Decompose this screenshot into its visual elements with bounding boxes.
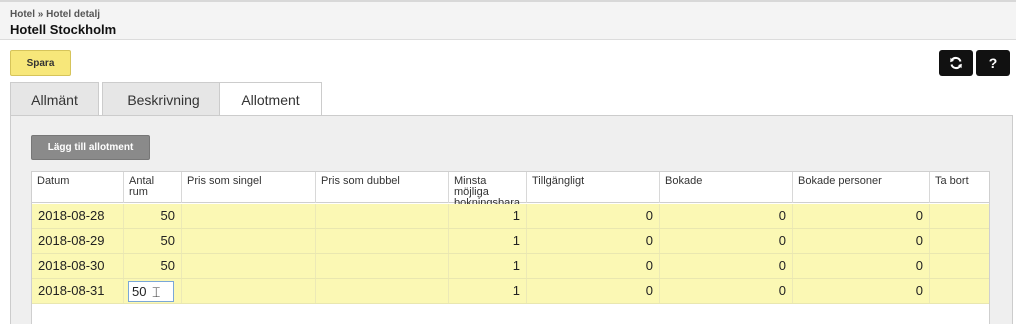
column-header-datum[interactable]: Datum [32, 172, 124, 203]
cell-date[interactable]: 2018-08-28 [32, 204, 124, 228]
cell-min-bookable[interactable]: 1 [449, 229, 527, 253]
hotel-detail-page: Hotel » Hotel detalj Hotell Stockholm Sp… [0, 0, 1016, 324]
cell-available: 0 [527, 279, 660, 303]
breadcrumb-root[interactable]: Hotel [10, 9, 35, 20]
column-header-pris-dubbel[interactable]: Pris som dubbel [316, 172, 449, 203]
save-button[interactable]: Spara [10, 50, 71, 76]
page-title: Hotell Stockholm [10, 22, 117, 37]
cell-booked-persons: 0 [793, 204, 930, 228]
cell-booked: 0 [660, 204, 793, 228]
cell-delete[interactable] [930, 279, 989, 303]
cell-date[interactable]: 2018-08-30 [32, 254, 124, 278]
table-row[interactable]: 2018-08-30 50 1 0 0 0 [32, 254, 989, 279]
cell-rooms[interactable]: 50 [124, 229, 182, 253]
add-allotment-button[interactable]: Lägg till allotment [31, 135, 150, 160]
cell-price-double[interactable] [316, 204, 449, 228]
cell-price-double[interactable] [316, 279, 449, 303]
cell-delete[interactable] [930, 229, 989, 253]
cell-booked: 0 [660, 229, 793, 253]
cell-available: 0 [527, 229, 660, 253]
cell-date[interactable]: 2018-08-29 [32, 229, 124, 253]
breadcrumb-current: Hotel detalj [46, 9, 101, 20]
column-header-bokade[interactable]: Bokade [660, 172, 793, 203]
allotment-table: Datum Antal rum Pris som singel Pris som… [31, 171, 990, 324]
cell-date[interactable]: 2018-08-31 [32, 279, 124, 303]
cell-min-bookable[interactable]: 1 [449, 254, 527, 278]
table-row[interactable]: 2018-08-28 50 1 0 0 0 [32, 204, 989, 229]
cell-booked-persons: 0 [793, 254, 930, 278]
column-header-bokade-personer[interactable]: Bokade personer [793, 172, 930, 203]
breadcrumb-separator: » [37, 9, 44, 20]
table-header: Datum Antal rum Pris som singel Pris som… [32, 172, 989, 209]
refresh-icon [950, 56, 962, 70]
cell-delete[interactable] [930, 204, 989, 228]
cell-booked: 0 [660, 279, 793, 303]
cell-delete[interactable] [930, 254, 989, 278]
column-header-tillgangligt[interactable]: Tillgängligt [527, 172, 660, 203]
text-cursor-icon: ⌶ [152, 284, 161, 300]
cell-rooms[interactable]: 50 [124, 204, 182, 228]
cell-min-bookable[interactable]: 1 [449, 204, 527, 228]
cell-price-double[interactable] [316, 254, 449, 278]
table-row[interactable]: 2018-08-29 50 1 0 0 0 [32, 229, 989, 254]
rooms-edit-input[interactable] [128, 281, 174, 302]
cell-price-single[interactable] [182, 254, 316, 278]
tab-beskrivning[interactable]: Beskrivning [102, 82, 225, 116]
column-header-ta-bort[interactable]: Ta bort [930, 172, 989, 203]
breadcrumb: Hotel » Hotel detalj [10, 9, 100, 20]
tab-allotment[interactable]: Allotment [219, 82, 322, 117]
cell-rooms[interactable]: 50 [124, 254, 182, 278]
cell-booked-persons: 0 [793, 229, 930, 253]
page-header: Hotel » Hotel detalj Hotell Stockholm [0, 0, 1016, 40]
refresh-button[interactable] [939, 50, 973, 76]
tab-allmant[interactable]: Allmänt [10, 82, 99, 116]
cell-price-double[interactable] [316, 229, 449, 253]
column-header-pris-singel[interactable]: Pris som singel [182, 172, 316, 203]
cell-price-single[interactable] [182, 204, 316, 228]
cell-min-bookable[interactable]: 1 [449, 279, 527, 303]
cell-available: 0 [527, 254, 660, 278]
cell-booked: 0 [660, 254, 793, 278]
column-header-minsta-bokningsbara[interactable]: Minsta möjliga bokningsbara [449, 172, 527, 209]
help-button[interactable]: ? [976, 50, 1010, 76]
cell-booked-persons: 0 [793, 279, 930, 303]
table-row[interactable]: 2018-08-31 1 0 0 0 ⌶ [32, 279, 989, 304]
cell-price-single[interactable] [182, 229, 316, 253]
cell-price-single[interactable] [182, 279, 316, 303]
column-header-antal-rum[interactable]: Antal rum [124, 172, 182, 203]
cell-available: 0 [527, 204, 660, 228]
